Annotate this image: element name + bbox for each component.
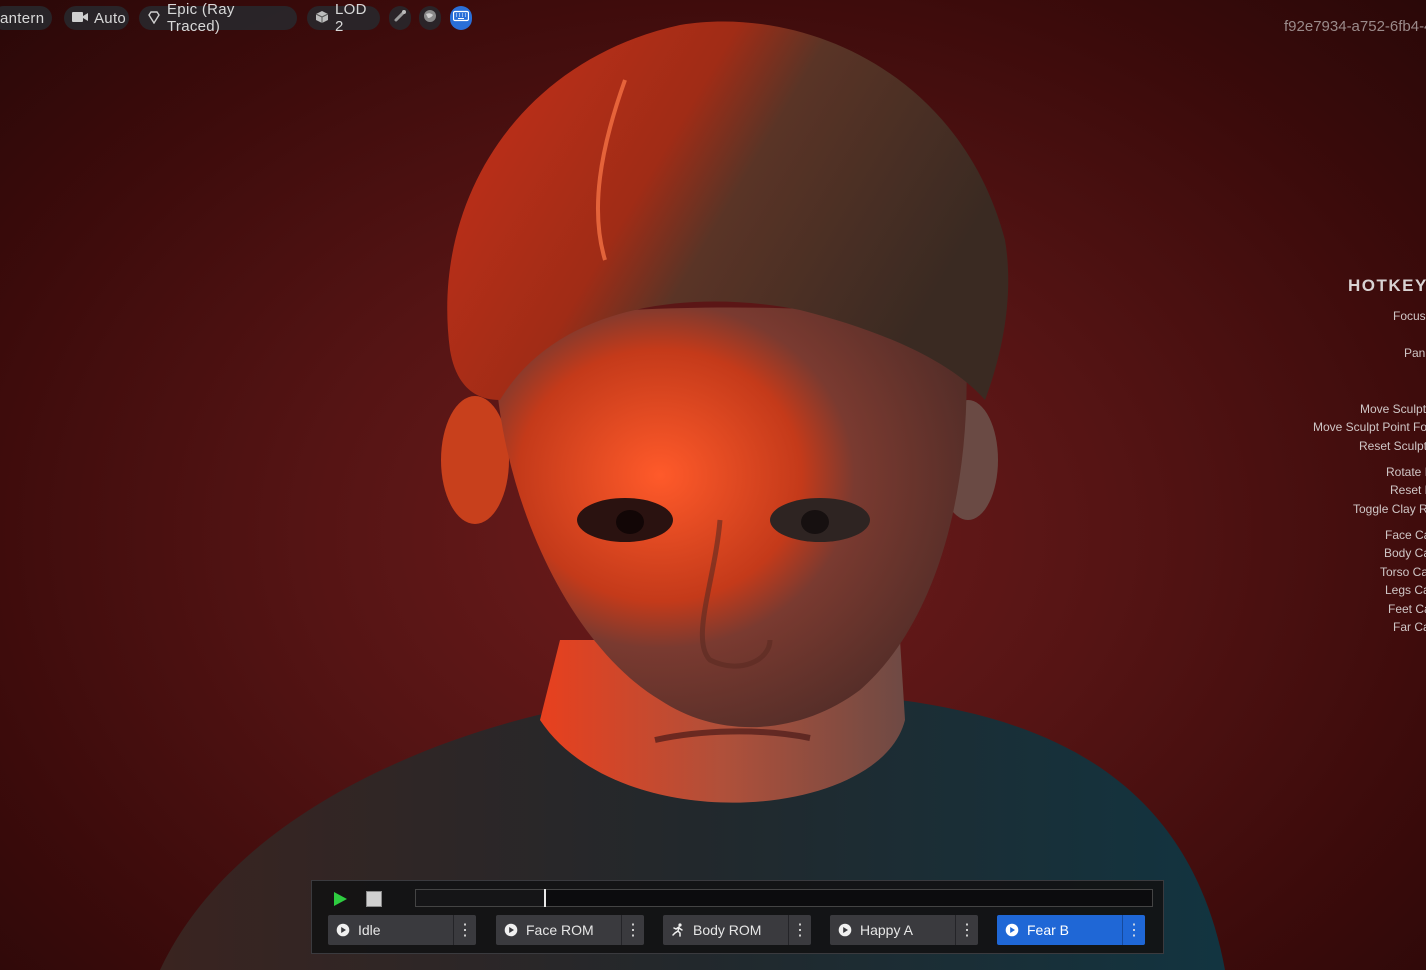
hotkey-item: Move Sculpt Point Fo bbox=[1313, 420, 1426, 434]
kebab-menu-icon: ⋮ bbox=[959, 922, 975, 939]
anim-button-happy-a[interactable]: Happy A ⋮ bbox=[830, 915, 978, 945]
session-id: f92e7934-a752-6fb4-4 bbox=[1284, 18, 1426, 35]
keyboard-toggle-button[interactable] bbox=[450, 6, 472, 30]
play-button[interactable] bbox=[332, 891, 348, 907]
hotkey-item: Reset Sculpt bbox=[1359, 439, 1426, 453]
timeline-scrubber[interactable] bbox=[415, 889, 1153, 907]
anim-menu-button[interactable]: ⋮ bbox=[454, 915, 476, 945]
viewport[interactable]: antern Auto Epic (Ray Traced) LOD 2 f92e… bbox=[0, 0, 1426, 970]
play-circle-icon bbox=[504, 923, 518, 937]
hotkey-item: Face Ca bbox=[1385, 528, 1426, 542]
hotkey-item: Torso Ca bbox=[1380, 565, 1426, 579]
kebab-menu-icon: ⋮ bbox=[625, 922, 641, 939]
anim-play-area[interactable]: Face ROM bbox=[496, 915, 622, 945]
kebab-menu-icon: ⋮ bbox=[1126, 922, 1142, 939]
anim-label: Face ROM bbox=[526, 922, 594, 938]
quality-button[interactable]: Epic (Ray Traced) bbox=[139, 1, 297, 35]
lod-label: LOD 2 bbox=[335, 1, 367, 35]
kebab-menu-icon: ⋮ bbox=[457, 922, 473, 939]
cube-icon bbox=[315, 10, 329, 27]
play-icon bbox=[334, 892, 347, 906]
anim-menu-button[interactable]: ⋮ bbox=[789, 915, 811, 945]
hotkey-item: Pan bbox=[1404, 346, 1426, 360]
hotkey-item: Body Ca bbox=[1384, 546, 1426, 560]
hotkey-item: Focus bbox=[1393, 309, 1426, 323]
anim-label: Body ROM bbox=[693, 922, 762, 938]
running-figure-icon bbox=[672, 923, 683, 937]
hotkey-item: Far Ca bbox=[1393, 620, 1426, 634]
character-render bbox=[160, 21, 1225, 970]
anim-label: Happy A bbox=[860, 922, 913, 938]
camera-mode-button[interactable]: Auto bbox=[64, 6, 129, 30]
play-circle-icon bbox=[1005, 923, 1019, 937]
anim-play-area[interactable]: Fear B bbox=[997, 915, 1123, 945]
anim-button-face-rom[interactable]: Face ROM ⋮ bbox=[496, 915, 644, 945]
lighting-preset-button[interactable]: antern bbox=[0, 6, 52, 30]
anim-button-idle[interactable]: Idle ⋮ bbox=[328, 915, 476, 945]
anim-label: Fear B bbox=[1027, 922, 1070, 938]
joint-icon bbox=[393, 9, 407, 28]
hotkey-panel-title: HOTKEY F bbox=[1348, 276, 1426, 295]
hotkey-item: Feet Ca bbox=[1388, 602, 1426, 616]
camera-label: Auto bbox=[94, 9, 127, 27]
hotkey-item: Toggle Clay R bbox=[1353, 502, 1426, 516]
stop-button[interactable] bbox=[366, 891, 382, 907]
lantern-label: antern bbox=[0, 9, 45, 27]
lod-button[interactable]: LOD 2 bbox=[307, 1, 380, 35]
anim-play-area[interactable]: Happy A bbox=[830, 915, 956, 945]
timeline-progress bbox=[416, 890, 545, 906]
hotkey-item: Move Sculpt bbox=[1360, 402, 1426, 416]
quality-label: Epic (Ray Traced) bbox=[167, 1, 235, 35]
hotkey-item: Legs Ca bbox=[1385, 583, 1426, 597]
diamond-icon bbox=[147, 10, 161, 27]
anim-menu-button[interactable]: ⋮ bbox=[622, 915, 644, 945]
anim-menu-button[interactable]: ⋮ bbox=[1123, 915, 1145, 945]
anim-play-area[interactable]: Body ROM bbox=[663, 915, 789, 945]
anim-button-body-rom[interactable]: Body ROM ⋮ bbox=[663, 915, 811, 945]
anim-button-fear-b[interactable]: Fear B ⋮ bbox=[997, 915, 1145, 945]
camera-icon bbox=[72, 11, 88, 26]
hotkey-item: Rotate L bbox=[1386, 465, 1426, 479]
anim-label: Idle bbox=[358, 922, 381, 938]
anim-menu-button[interactable]: ⋮ bbox=[956, 915, 978, 945]
joint-toggle-button[interactable] bbox=[389, 6, 411, 30]
kebab-menu-icon: ⋮ bbox=[792, 922, 808, 939]
environment-toggle-button[interactable] bbox=[419, 6, 441, 30]
hotkey-item: Reset L bbox=[1390, 483, 1426, 497]
anim-play-area[interactable]: Idle bbox=[328, 915, 454, 945]
play-circle-icon bbox=[336, 923, 350, 937]
animation-timeline: Idle ⋮ Face ROM ⋮ Body ROM ⋮ Happy A ⋮ F… bbox=[311, 880, 1164, 954]
keyboard-icon bbox=[452, 9, 470, 27]
playhead[interactable] bbox=[543, 889, 546, 907]
globe-icon bbox=[423, 9, 437, 28]
play-circle-icon bbox=[838, 923, 852, 937]
